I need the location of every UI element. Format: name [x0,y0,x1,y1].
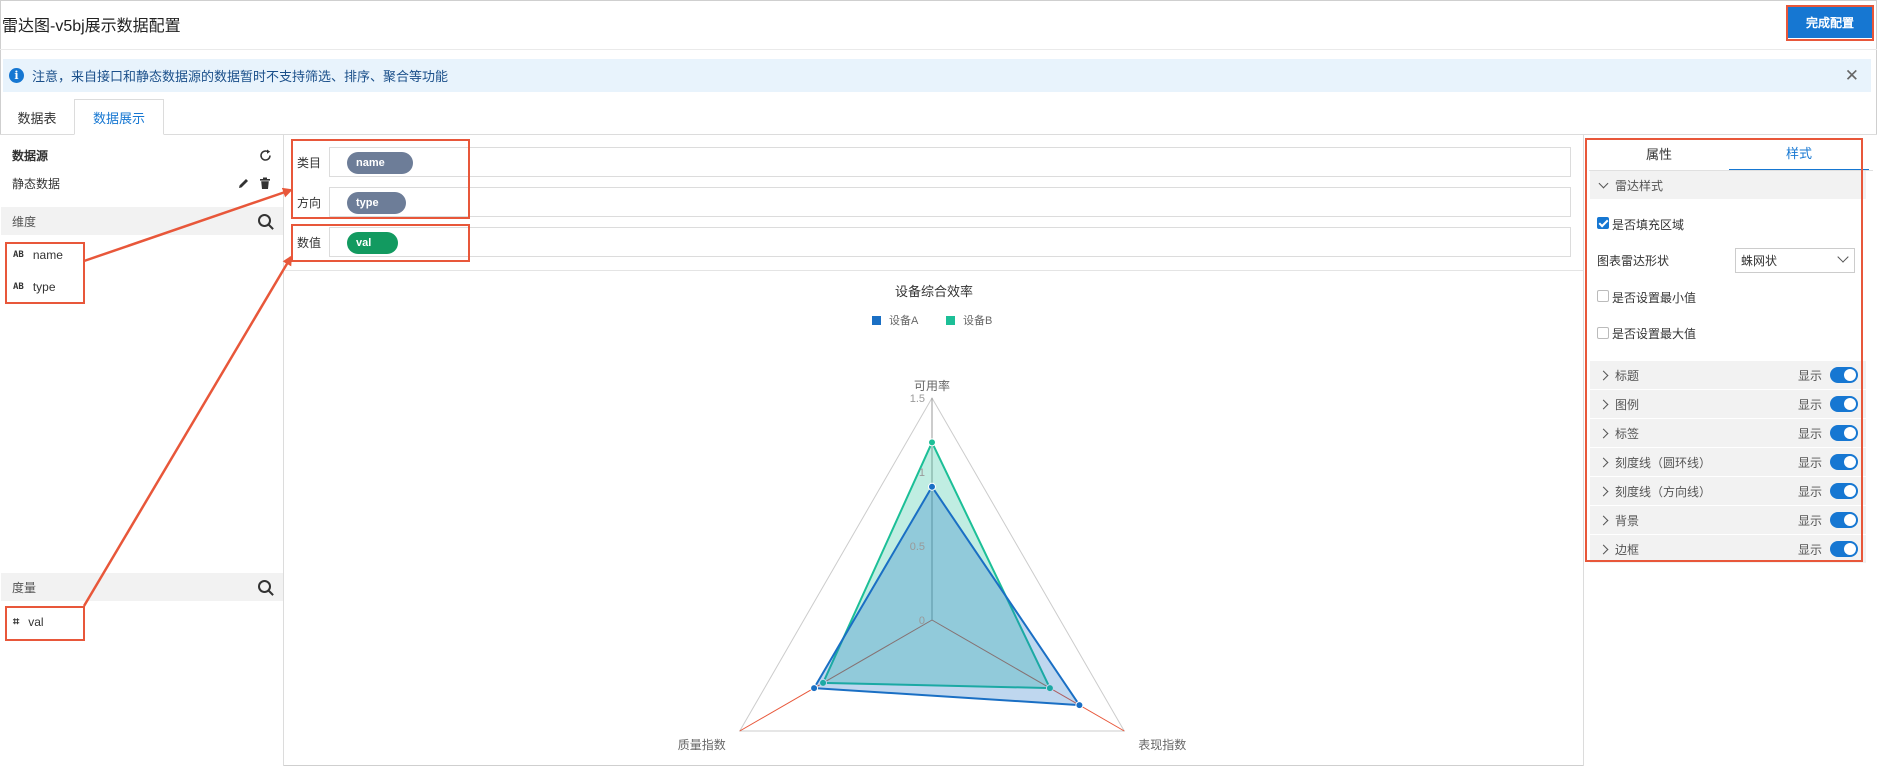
fill-area-checkbox[interactable] [1597,217,1609,229]
show-label: 显示 [1797,542,1822,557]
visibility-toggle[interactable] [1830,454,1858,470]
chevron-right-icon [1598,486,1609,496]
shape-label: 图表雷达形状 [1597,254,1670,268]
style-section-row[interactable]: 标题 显示 [1590,361,1866,389]
max-value-label: 是否设置最大值 [1612,327,1697,341]
chevron-right-icon [1598,370,1609,380]
chevron-right-icon [1598,399,1609,409]
select-value: 蛛网状 [1741,254,1778,268]
radar-shape-select[interactable]: 蛛网状 [1735,248,1855,273]
radar-tick-label: 0 [919,615,925,627]
chevron-down-icon [1598,178,1609,189]
chart-title: 设备综合效率 [895,284,973,299]
chart-legend: 设备A 设备B [872,313,992,327]
section-label: 边框 [1615,542,1640,557]
section-label: 标签 [1615,426,1640,441]
tab-properties[interactable]: 属性 [1589,135,1729,171]
style-section-row[interactable]: 刻度线（方向线） 显示 [1590,477,1866,505]
show-label: 显示 [1797,368,1822,383]
visibility-toggle[interactable] [1830,396,1858,412]
tab-style[interactable]: 样式 [1729,135,1869,171]
chevron-right-icon [1598,544,1609,554]
radar-tick-label: 1 [919,467,925,479]
style-section-row[interactable]: 边框 显示 [1590,535,1866,563]
show-label: 显示 [1797,426,1822,441]
radar-indicator-label: 质量指数 [678,737,726,752]
visibility-toggle[interactable] [1830,512,1858,528]
show-label: 显示 [1797,484,1822,499]
radar-series-area [812,484,1082,707]
chevron-right-icon [1598,428,1609,438]
section-label: 刻度线（圆环线） [1615,455,1712,470]
show-label: 显示 [1797,513,1822,528]
radar-series [810,438,1084,710]
style-section-row[interactable]: 刻度线（圆环线） 显示 [1590,448,1866,476]
radar-tick-label: 1.5 [910,393,925,405]
min-value-checkbox[interactable] [1597,290,1609,302]
radar-point [928,438,936,447]
section-label: 标题 [1615,368,1640,383]
visibility-toggle[interactable] [1830,483,1858,499]
section-label: 刻度线（方向线） [1615,484,1712,499]
radar-style-group[interactable]: 雷达样式 [1590,171,1866,199]
show-label: 显示 [1797,455,1822,470]
visibility-toggle[interactable] [1830,367,1858,383]
chevron-right-icon [1598,457,1609,467]
radar-indicator-label: 可用率 [914,378,950,393]
radar-point [1075,701,1084,710]
section-label: 背景 [1615,513,1640,528]
chevron-down-icon [1837,251,1849,263]
fill-area-label: 是否填充区域 [1612,218,1685,232]
radar-tick-label: 0.5 [910,541,925,553]
section-label: 图例 [1615,397,1640,412]
legend-label: 设备A [889,313,919,327]
visibility-toggle[interactable] [1830,541,1858,557]
min-value-label: 是否设置最小值 [1612,291,1697,305]
radar-point [928,482,936,491]
max-value-checkbox[interactable] [1597,327,1609,339]
style-section-row[interactable]: 图例 显示 [1590,390,1866,418]
radar-indicator-label: 表现指数 [1138,737,1186,752]
style-section-row[interactable]: 标签 显示 [1590,419,1866,447]
visibility-toggle[interactable] [1830,425,1858,441]
legend-swatch [872,316,881,325]
legend-label: 设备B [963,313,992,327]
legend-swatch [946,316,955,325]
radar-point [810,684,819,693]
chevron-right-icon [1598,515,1609,525]
style-section-row[interactable]: 背景 显示 [1590,506,1866,534]
show-label: 显示 [1797,397,1822,412]
group-title: 雷达样式 [1615,178,1664,193]
